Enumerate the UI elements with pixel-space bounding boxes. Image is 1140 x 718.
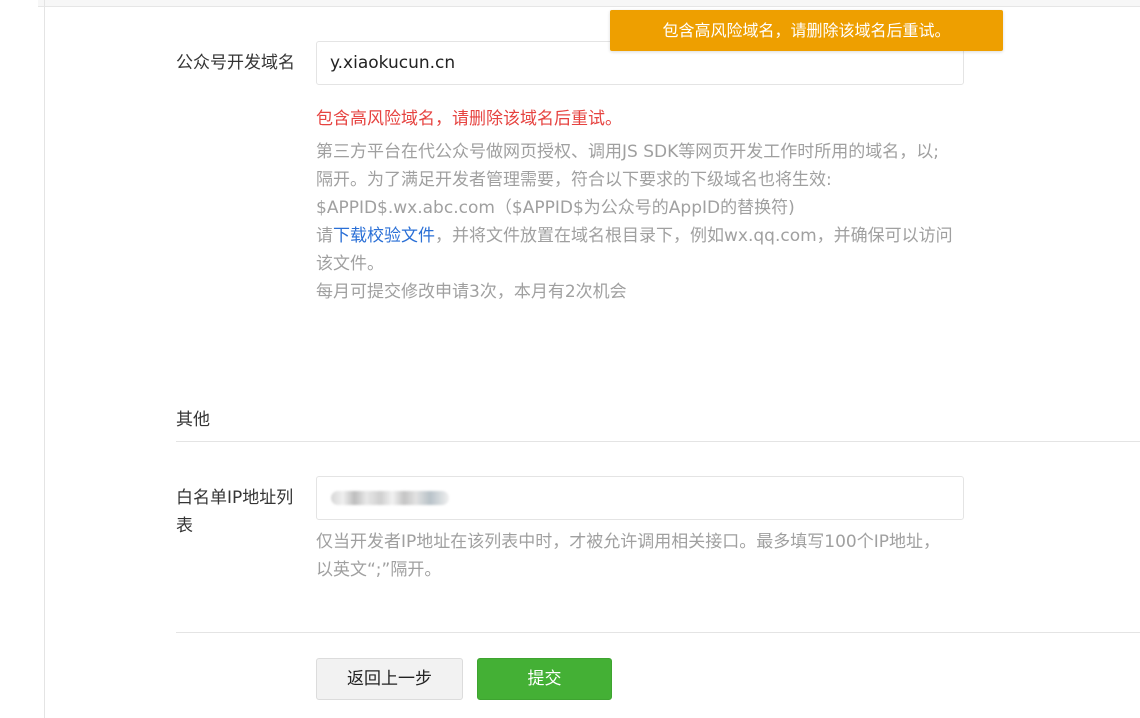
- domain-desc-prefix: 请: [316, 226, 333, 246]
- settings-form-page: 公众号开发域名 包含高风险域名，请删除该域名后重试。 第三方平台在代公众号做网页…: [0, 0, 1140, 718]
- domain-desc-line: 隔开。为了满足开发者管理需要，符合以下要求的下级域名也将生效:: [316, 170, 832, 190]
- whitelist-ip-input[interactable]: [316, 476, 964, 520]
- domain-field-description: 第三方平台在代公众号做网页授权、调用JS SDK等网页开发工作时所用的域名，以;…: [316, 138, 976, 306]
- domain-desc-line: 请下载校验文件，并将文件放置在域名根目录下，例如wx.qq.com，并确保可以访…: [316, 222, 976, 250]
- whitelist-label-line: 白名单IP地址列: [176, 488, 294, 508]
- domain-desc-line: $APPID$.wx.abc.com（$APPID$为公众号的AppID的替换符…: [316, 198, 795, 218]
- domain-desc-suffix: ，并将文件放置在域名根目录下，例如wx.qq.com，并确保可以访问: [435, 226, 953, 246]
- whitelist-field-description: 仅当开发者IP地址在该列表中时，才被允许调用相关接口。最多填写100个IP地址，…: [316, 528, 976, 584]
- whitelist-desc-line: 仅当开发者IP地址在该列表中时，才被允许调用相关接口。最多填写100个IP地址，: [316, 532, 940, 552]
- other-section-title: 其他: [176, 410, 210, 430]
- download-verify-file-link[interactable]: 下载校验文件: [333, 226, 435, 246]
- whitelist-desc-line: 以英文“;”隔开。: [316, 560, 442, 580]
- whitelist-label-line: 表: [176, 516, 193, 536]
- actions-divider: [176, 632, 1140, 633]
- domain-desc-line: 每月可提交修改申请3次，本月有2次机会: [316, 282, 627, 302]
- domain-error-message: 包含高风险域名，请删除该域名后重试。: [316, 109, 622, 129]
- whitelist-field-label: 白名单IP地址列 表: [176, 484, 293, 540]
- back-button[interactable]: 返回上一步: [316, 658, 463, 700]
- domain-desc-line: 第三方平台在代公众号做网页授权、调用JS SDK等网页开发工作时所用的域名，以;: [316, 142, 939, 162]
- error-toast: 包含高风险域名，请删除该域名后重试。: [610, 10, 1003, 51]
- domain-desc-line: 该文件。: [316, 254, 384, 274]
- top-divider: [38, 0, 1140, 7]
- redacted-ip-value: [331, 491, 449, 505]
- submit-button[interactable]: 提交: [477, 658, 612, 700]
- section-divider: [176, 441, 1140, 442]
- domain-field-label: 公众号开发域名: [176, 53, 295, 73]
- left-divider: [44, 0, 45, 718]
